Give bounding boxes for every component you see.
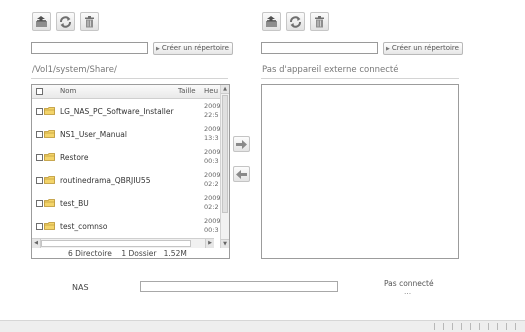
folder-icon xyxy=(44,130,55,138)
right-toolbar xyxy=(262,12,332,32)
file-time: 2009 22:5 xyxy=(204,102,221,119)
left-new-folder-input[interactable] xyxy=(31,42,148,54)
copy-left-button[interactable] xyxy=(233,166,250,182)
bottom-bar-separators xyxy=(434,323,522,330)
row-checkbox[interactable] xyxy=(36,131,43,138)
triangle-right-icon: ▶ xyxy=(386,46,390,52)
folder-icon xyxy=(44,107,55,115)
file-time: 2009 00:3 xyxy=(204,148,221,165)
arrow-left-icon xyxy=(236,169,247,179)
scroll-right-button[interactable]: ▶ xyxy=(205,239,214,248)
upload-button[interactable] xyxy=(32,12,51,31)
row-checkbox[interactable] xyxy=(36,154,43,161)
upload-icon xyxy=(266,15,277,27)
triangle-right-icon: ▶ xyxy=(156,46,160,52)
scroll-down-button[interactable]: ▼ xyxy=(221,239,229,248)
scroll-down-icon: ▼ xyxy=(223,241,227,247)
folder-icon xyxy=(44,176,55,184)
copy-right-button[interactable] xyxy=(233,136,250,152)
delete-button[interactable] xyxy=(80,12,99,31)
file-time: 2009 13:3 xyxy=(204,125,221,142)
vertical-scrollbar[interactable]: ▲ ▼ xyxy=(220,85,229,248)
left-file-list[interactable]: Nom Taille Heu LG_NAS_PC_Software_Instal… xyxy=(31,84,230,259)
right-create-folder-label: Créer un répertoire xyxy=(391,44,459,52)
column-name[interactable]: Nom xyxy=(60,87,76,95)
row-checkbox[interactable] xyxy=(36,108,43,115)
file-row[interactable]: LG_NAS_PC_Software_Installer 2009 22:5 xyxy=(32,101,221,123)
right-path: Pas d'appareil externe connecté xyxy=(262,65,399,75)
folder-icon xyxy=(44,222,55,230)
file-row[interactable]: test_BU 2009 02:2 xyxy=(32,193,221,215)
refresh-icon xyxy=(290,15,301,28)
upload-icon xyxy=(36,15,47,27)
file-name: routinedrama_QBRJIU55 xyxy=(60,176,151,185)
file-row[interactable]: Restore 2009 00:3 xyxy=(32,147,221,169)
scroll-right-icon: ▶ xyxy=(208,240,212,246)
summary-files: 1 Dossier xyxy=(121,249,157,258)
file-row[interactable]: test_comnso 2009 00:3 xyxy=(32,216,221,238)
scroll-thumb[interactable] xyxy=(222,95,228,213)
folder-icon xyxy=(44,199,55,207)
file-time: 2009 02:2 xyxy=(204,194,221,211)
scroll-left-button[interactable]: ◀ xyxy=(32,239,41,248)
left-summary: 6 Directoire 1 Dossier 1.52M xyxy=(68,249,187,258)
left-create-folder-button[interactable]: ▶ Créer un répertoire xyxy=(153,42,233,55)
file-name: NS1_User_Manual xyxy=(60,130,127,139)
scroll-up-icon: ▲ xyxy=(223,86,227,92)
row-checkbox[interactable] xyxy=(36,223,43,230)
right-create-folder-button[interactable]: ▶ Créer un répertoire xyxy=(383,42,463,55)
column-time[interactable]: Heu xyxy=(204,87,218,95)
summary-size: 1.52M xyxy=(163,249,187,258)
refresh-button[interactable] xyxy=(56,12,75,31)
upload-button[interactable] xyxy=(262,12,281,31)
file-row[interactable]: routinedrama_QBRJIU55 2009 02:2 xyxy=(32,170,221,192)
right-file-list[interactable] xyxy=(261,84,459,259)
row-checkbox[interactable] xyxy=(36,200,43,207)
file-time: 2009 00:3 xyxy=(204,217,221,234)
file-name: Restore xyxy=(60,153,89,162)
trash-icon xyxy=(315,15,324,27)
nas-progress-bar xyxy=(140,281,338,292)
left-create-folder-label: Créer un répertoire xyxy=(161,44,229,52)
arrow-right-icon xyxy=(236,139,247,149)
right-new-folder-input[interactable] xyxy=(261,42,378,54)
left-divider xyxy=(31,78,228,79)
summary-dirs: 6 Directoire xyxy=(68,249,112,258)
delete-button[interactable] xyxy=(310,12,329,31)
left-toolbar xyxy=(32,12,102,32)
row-checkbox[interactable] xyxy=(36,177,43,184)
horizontal-scrollbar[interactable]: ◀ ▶ xyxy=(32,238,214,248)
scroll-left-icon: ◀ xyxy=(34,240,38,246)
file-list-header: Nom Taille Heu xyxy=(32,85,229,99)
scroll-up-button[interactable]: ▲ xyxy=(221,85,229,94)
file-time: 2009 02:2 xyxy=(204,171,221,188)
file-name: test_comnso xyxy=(60,222,108,231)
column-size[interactable]: Taille xyxy=(178,87,196,95)
connection-status-detail: ... xyxy=(404,287,412,296)
trash-icon xyxy=(85,15,94,27)
left-path: /Vol1/system/Share/ xyxy=(32,65,117,75)
file-name: LG_NAS_PC_Software_Installer xyxy=(60,107,174,116)
horizontal-scroll-thumb[interactable] xyxy=(41,240,191,247)
bottom-bar xyxy=(0,320,525,332)
right-divider xyxy=(261,78,459,79)
refresh-button[interactable] xyxy=(286,12,305,31)
refresh-icon xyxy=(60,15,71,28)
file-row[interactable]: NS1_User_Manual 2009 13:3 xyxy=(32,124,221,146)
folder-icon xyxy=(44,153,55,161)
nas-label: NAS xyxy=(72,283,89,292)
select-all-checkbox[interactable] xyxy=(36,88,43,95)
file-name: test_BU xyxy=(60,199,89,208)
